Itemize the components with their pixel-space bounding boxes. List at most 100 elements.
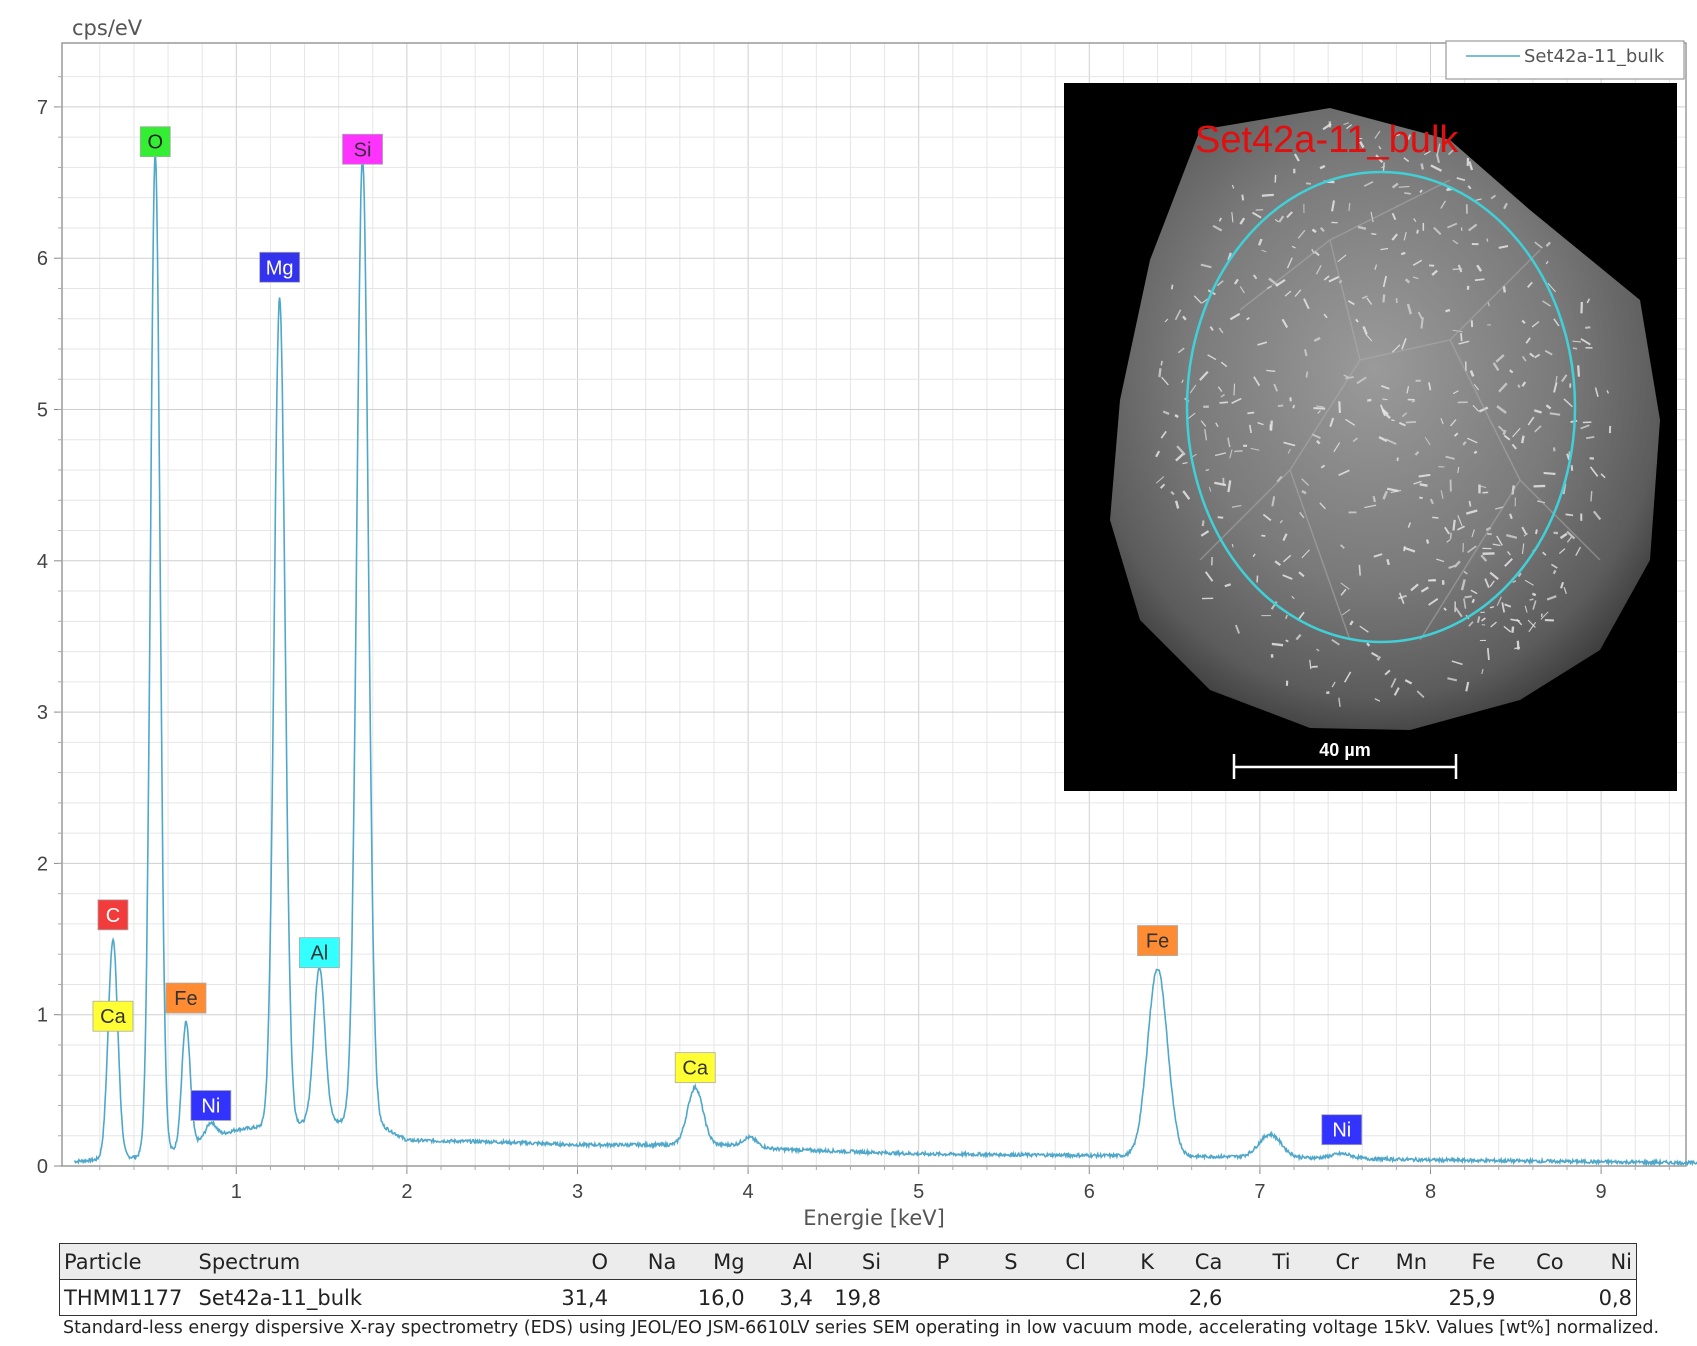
- grain-texture-mark: [1405, 421, 1416, 424]
- x-tick-label: 2: [401, 1181, 412, 1203]
- grain-texture-mark: [1520, 435, 1525, 444]
- table-cell: [953, 1279, 1022, 1316]
- grain-texture-mark: [1234, 450, 1243, 453]
- table-cell: [1089, 1279, 1159, 1316]
- grain-texture-mark: [1305, 371, 1309, 378]
- grain-texture-mark: [1241, 194, 1245, 201]
- table-cell: 16,0: [680, 1279, 749, 1316]
- grain-texture-mark: [1514, 646, 1521, 650]
- table-cell: THMM1177: [59, 1279, 195, 1316]
- footnote: Standard-less energy dispersive X-ray sp…: [63, 1318, 1660, 1338]
- x-tick-label: 4: [743, 1181, 754, 1203]
- x-tick-label: 1: [231, 1181, 242, 1203]
- grain-texture-mark: [1572, 347, 1578, 350]
- grain-texture-mark: [1174, 414, 1179, 419]
- grain-texture-mark: [1416, 229, 1419, 234]
- grain-texture-mark: [1432, 516, 1439, 519]
- table-cell: 3,4: [748, 1279, 817, 1316]
- table-header-cell: Si: [816, 1243, 886, 1280]
- grain-texture-mark: [1326, 691, 1330, 695]
- table-header-cell: Cl: [1021, 1243, 1090, 1280]
- table-header-cell: Ni: [1567, 1243, 1637, 1280]
- grain-texture-mark: [1247, 411, 1255, 415]
- table-header-cell: K: [1089, 1243, 1159, 1280]
- grain-texture-mark: [1201, 520, 1205, 527]
- chart-legend: Set42a-11_bulk: [1445, 40, 1685, 80]
- grain-texture-mark: [1449, 532, 1452, 539]
- grain-texture-mark: [1577, 365, 1581, 377]
- x-tick-label: 3: [572, 1181, 583, 1203]
- table-header-cell: Spectrum: [194, 1243, 544, 1280]
- grain-texture-mark: [1160, 360, 1163, 366]
- grain-texture-mark: [1468, 500, 1472, 507]
- y-tick-label: 4: [37, 551, 48, 573]
- grain-texture-mark: [1428, 578, 1436, 582]
- element-label-text: Si: [354, 139, 372, 161]
- grain-texture-mark: [1529, 598, 1534, 601]
- table-header-cell: P: [885, 1243, 954, 1280]
- grain-texture-mark: [1585, 326, 1591, 329]
- grain-texture-mark: [1555, 375, 1558, 382]
- element-label-text: O: [147, 132, 163, 154]
- table-cell: 2,6: [1158, 1279, 1227, 1316]
- sem-image-label: Set42a-11_bulk: [1195, 119, 1459, 161]
- scale-bar-label: 40 µm: [1319, 740, 1370, 760]
- grain-texture-mark: [1552, 447, 1556, 452]
- grain-texture-mark: [1419, 483, 1428, 487]
- table-header-cell: Na: [612, 1243, 681, 1280]
- element-label-text: Al: [310, 943, 328, 965]
- grain-texture-mark: [1292, 404, 1296, 409]
- x-tick-label: 7: [1254, 1181, 1265, 1203]
- grain-texture-mark: [1565, 513, 1574, 517]
- y-tick-label: 3: [37, 702, 48, 724]
- table-header-cell: Ti: [1226, 1243, 1295, 1280]
- table-cell: [1499, 1279, 1568, 1316]
- grain-texture-mark: [1261, 193, 1274, 197]
- table-cell: 0,8: [1567, 1279, 1637, 1316]
- y-tick-label: 5: [37, 400, 48, 422]
- element-label-text: Ni: [201, 1095, 220, 1117]
- grain-texture-mark: [1382, 294, 1386, 303]
- grain-texture-mark: [1420, 317, 1424, 329]
- element-label-text: Fe: [174, 988, 197, 1010]
- table-header-cell: Cr: [1294, 1243, 1363, 1280]
- table-header-cell: O: [543, 1243, 613, 1280]
- grain-texture-mark: [1372, 495, 1377, 503]
- element-label-text: C: [106, 905, 120, 927]
- grain-texture-mark: [1474, 278, 1485, 282]
- composition-table: Particle Spectrum O Na Mg Al Si P S Cl K…: [59, 1243, 1637, 1316]
- table-header-cell: Al: [748, 1243, 817, 1280]
- table-cell: [612, 1279, 681, 1316]
- grain-texture-mark: [1502, 429, 1507, 436]
- x-tick-label: 9: [1596, 1181, 1607, 1203]
- grain-texture-mark: [1277, 404, 1284, 408]
- grain-texture-mark: [1420, 163, 1425, 170]
- grain-texture-mark: [1481, 623, 1486, 626]
- table-header-cell: Co: [1499, 1243, 1568, 1280]
- grain-texture-mark: [1543, 471, 1556, 475]
- table-header-cell: Ca: [1158, 1243, 1227, 1280]
- grain-texture-mark: [1452, 519, 1456, 531]
- grain-texture-mark: [1158, 368, 1162, 378]
- grain-texture-mark: [1445, 308, 1451, 313]
- table-header-cell: Mg: [680, 1243, 749, 1280]
- grain-texture-mark: [1391, 419, 1395, 422]
- grain-texture-mark: [1549, 412, 1561, 416]
- grain-texture-mark: [1367, 398, 1372, 402]
- grain-texture-mark: [1486, 238, 1489, 242]
- table-cell: [1294, 1279, 1363, 1316]
- grain-texture-mark: [1313, 407, 1326, 410]
- grain-texture-mark: [1531, 592, 1537, 597]
- grain-texture-mark: [1486, 648, 1490, 661]
- grain-texture-mark: [1590, 491, 1593, 502]
- y-tick-label: 7: [37, 97, 48, 119]
- table-header-cell: Particle: [59, 1243, 195, 1280]
- grain-texture-mark: [1404, 192, 1411, 195]
- y-tick-label: 6: [37, 248, 48, 270]
- grain-texture-mark: [1311, 665, 1318, 668]
- grain-texture-mark: [1338, 401, 1341, 413]
- x-axis-title: Energie [keV]: [803, 1206, 945, 1230]
- grain-texture-mark: [1403, 546, 1406, 552]
- grain-texture-mark: [1386, 558, 1391, 566]
- grain-texture-mark: [1217, 516, 1224, 519]
